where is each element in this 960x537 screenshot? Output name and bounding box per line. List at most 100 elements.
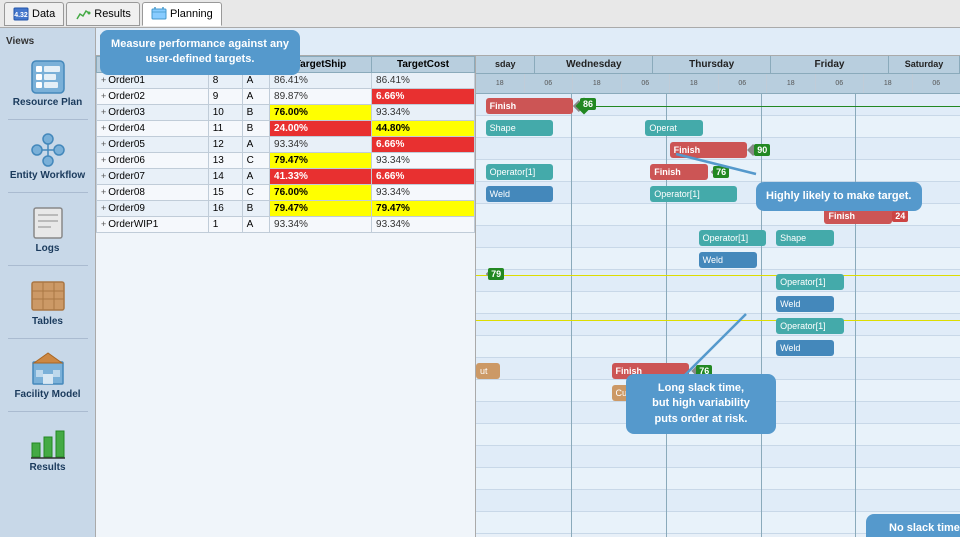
- planning-icon: [151, 7, 167, 21]
- expand-cell: +Order06: [97, 153, 209, 169]
- sidebar-item-results[interactable]: Results: [3, 418, 93, 478]
- order-ship: 86.41%: [270, 73, 372, 89]
- callout-no-slack: No slack time.High risk.: [866, 514, 960, 537]
- label-24: 24: [892, 210, 908, 222]
- callout-highly-likely: Highly likely to make target.: [756, 182, 922, 211]
- connector-order01: [580, 106, 960, 107]
- expand-button[interactable]: +: [101, 91, 106, 101]
- table-row: +Order0310B76.00%93.34%: [97, 105, 475, 121]
- order-cost: 6.66%: [372, 137, 475, 153]
- order-cost: 93.34%: [372, 153, 475, 169]
- order-priority: C: [242, 153, 269, 169]
- entity-name: Order02: [108, 91, 145, 102]
- expand-button[interactable]: +: [101, 187, 106, 197]
- order-priority: B: [242, 121, 269, 137]
- bar-order04-operator: Operator[1]: [650, 186, 737, 202]
- bar-order03-operator: Operator[1]: [486, 164, 554, 180]
- resource-plan-icon: [28, 57, 68, 97]
- callout-slack: Long slack time,but high variabilityputs…: [626, 374, 776, 434]
- bar-order06-operator: Operator[1]: [776, 274, 844, 290]
- order-ship: 41.33%: [270, 169, 372, 185]
- order-ship: 76.00%: [270, 185, 372, 201]
- results-label: Results: [29, 462, 65, 474]
- order-priority: A: [242, 169, 269, 185]
- toolbar: 4.32 Data Results Planning: [0, 0, 960, 28]
- gantt-header: sday Wednesday Thursday Friday Saturday …: [476, 56, 960, 94]
- day-wednesday: Wednesday: [535, 56, 653, 73]
- order-cost: 93.34%: [372, 185, 475, 201]
- order-priority: C: [242, 185, 269, 201]
- table-row: +OrderWIP11A93.34%93.34%: [97, 217, 475, 233]
- expand-button[interactable]: +: [101, 203, 106, 213]
- expand-cell: +Order01: [97, 73, 209, 89]
- facility-model-label: Facility Model: [14, 389, 80, 401]
- svg-text:4.32: 4.32: [14, 12, 28, 19]
- gantt-days: sday Wednesday Thursday Friday Saturday: [476, 56, 960, 74]
- entity-name: Order03: [108, 107, 145, 118]
- divider-3: [8, 265, 88, 266]
- order-priority: A: [242, 137, 269, 153]
- tab-results-label: Results: [94, 8, 131, 20]
- order-num: 11: [208, 121, 242, 137]
- expand-button[interactable]: +: [101, 107, 106, 117]
- divider-2: [8, 192, 88, 193]
- table-row: +Order0613C79.47%93.34%: [97, 153, 475, 169]
- expand-button[interactable]: +: [101, 171, 106, 181]
- order-cost: 93.34%: [372, 105, 475, 121]
- entity-name: Order07: [108, 171, 145, 182]
- order-cost: 93.34%: [372, 217, 475, 233]
- expand-button[interactable]: +: [101, 75, 106, 85]
- expand-cell: +Order09: [97, 201, 209, 217]
- callout-measure: Measure performance against anyuser-defi…: [100, 30, 300, 75]
- bar-order08-cut-left: ut: [476, 363, 500, 379]
- sidebar: Views Resource Plan: [0, 28, 96, 537]
- order-num: 9: [208, 89, 242, 105]
- bar-order03-finish: Finish: [650, 164, 708, 180]
- entity-name: Order09: [108, 203, 145, 214]
- order-cost: 6.66%: [372, 169, 475, 185]
- sidebar-item-facility-model[interactable]: Facility Model: [3, 345, 93, 405]
- expand-cell: +Order07: [97, 169, 209, 185]
- order-ship: 76.00%: [270, 105, 372, 121]
- sidebar-item-logs[interactable]: Logs: [3, 199, 93, 259]
- entity-name: Order01: [108, 75, 145, 86]
- connector-order06: [476, 275, 960, 276]
- entity-name: OrderWIP1: [108, 219, 158, 230]
- expand-cell: +Order04: [97, 121, 209, 137]
- sidebar-item-tables[interactable]: Tables: [3, 272, 93, 332]
- bar-order02-finish: Finish: [670, 142, 747, 158]
- order-num: 10: [208, 105, 242, 121]
- order-ship: 93.34%: [270, 217, 372, 233]
- order-cost: 6.66%: [372, 89, 475, 105]
- tab-data[interactable]: 4.32 Data: [4, 2, 64, 26]
- logs-icon: [28, 203, 68, 243]
- tab-planning[interactable]: Planning: [142, 2, 222, 26]
- entity-name: Order04: [108, 123, 145, 134]
- bar-order05-operator: Operator[1]: [699, 230, 767, 246]
- table-row: +Order0815C76.00%93.34%: [97, 185, 475, 201]
- connector-order07: [476, 320, 960, 321]
- data-icon: 4.32: [13, 7, 29, 21]
- order-num: 1: [208, 217, 242, 233]
- order-ship: 24.00%: [270, 121, 372, 137]
- tab-planning-label: Planning: [170, 8, 213, 20]
- sidebar-item-resource-plan[interactable]: Resource Plan: [3, 53, 93, 113]
- tables-label: Tables: [32, 316, 63, 328]
- entity-name: Order05: [108, 139, 145, 150]
- order-num: 16: [208, 201, 242, 217]
- order-priority: A: [242, 73, 269, 89]
- table-pane: Entity # P TargetShip TargetCost +Order0…: [96, 56, 476, 537]
- order-num: 12: [208, 137, 242, 153]
- expand-button[interactable]: +: [101, 123, 106, 133]
- sidebar-item-entity-workflow[interactable]: Entity Workflow: [3, 126, 93, 186]
- split-pane: Entity # P TargetShip TargetCost +Order0…: [96, 56, 960, 537]
- logs-label: Logs: [36, 243, 60, 255]
- order-ship: 79.47%: [270, 153, 372, 169]
- entity-workflow-label: Entity Workflow: [10, 170, 85, 182]
- expand-button[interactable]: +: [101, 219, 106, 229]
- label-86: 86: [580, 98, 596, 110]
- bar-order02-operat: Operat: [645, 120, 703, 136]
- tab-results[interactable]: Results: [66, 2, 140, 26]
- expand-button[interactable]: +: [101, 139, 106, 149]
- expand-button[interactable]: +: [101, 155, 106, 165]
